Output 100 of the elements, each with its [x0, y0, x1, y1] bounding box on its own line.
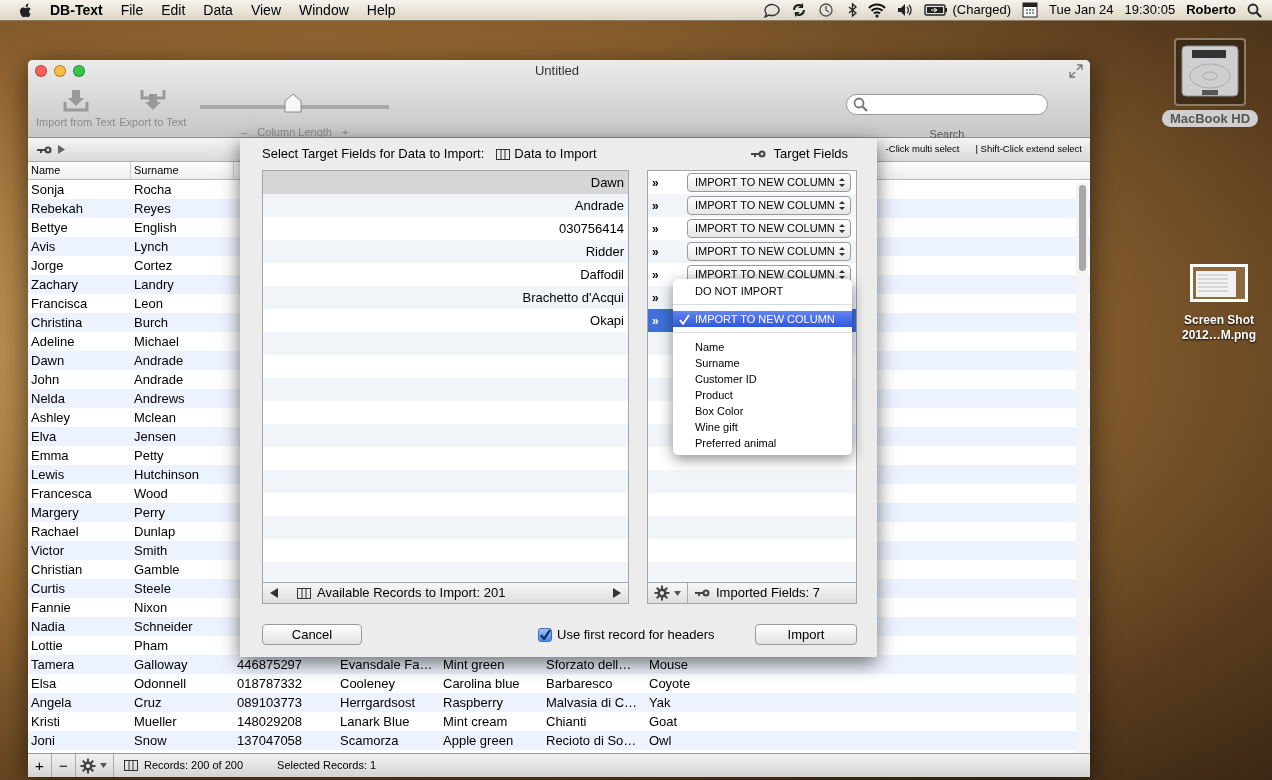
- table-cell-text: Lynch: [133, 237, 170, 256]
- popup-button[interactable]: IMPORT TO NEW COLUMN: [687, 219, 851, 238]
- check-icon: [678, 313, 690, 325]
- sync-icon[interactable]: [791, 2, 808, 18]
- hard-drive-icon[interactable]: [1180, 44, 1240, 100]
- user-menu[interactable]: Roberto: [1186, 0, 1236, 20]
- table-cell-text: Rocha: [133, 180, 173, 199]
- cancel-button[interactable]: Cancel: [262, 624, 362, 645]
- table-cell-text: Wood: [133, 484, 169, 503]
- clock-icon[interactable]: [818, 2, 835, 18]
- table-cell-text: Cortez: [133, 256, 174, 275]
- fullscreen-icon[interactable]: [1069, 64, 1083, 78]
- row-marker: »: [652, 174, 660, 192]
- menu-item[interactable]: Help: [366, 0, 396, 21]
- app-menu[interactable]: DB-Text: [50, 0, 103, 21]
- table-cell-text: Lanark Blue: [339, 712, 411, 731]
- table-cell-text: Sforzato dell…: [545, 655, 633, 674]
- menu-clock[interactable]: 19:30:05: [1124, 0, 1176, 20]
- table-cell-text: Odonnell: [133, 674, 188, 693]
- menu-option[interactable]: Wine gift: [673, 419, 852, 435]
- table-cell-text: Nadia: [30, 617, 66, 636]
- popup-button[interactable]: IMPORT TO NEW COLUMN: [687, 196, 851, 215]
- menu-option[interactable]: DO NOT IMPORT: [673, 283, 852, 299]
- menu-option[interactable]: Preferred animal: [673, 435, 852, 451]
- target-field-row[interactable]: » IMPORT TO NEW COLUMN: [648, 171, 856, 194]
- target-field-row[interactable]: » IMPORT TO NEW COLUMN: [648, 217, 856, 240]
- popup-button[interactable]: IMPORT TO NEW COLUMN: [687, 173, 851, 192]
- list-row[interactable]: Ridder: [263, 240, 628, 263]
- table-cell-text: Herrgardsost: [339, 693, 417, 712]
- column-header[interactable]: Name: [28, 162, 131, 179]
- menu-item[interactable]: View: [250, 0, 281, 21]
- slider-label: Column Length: [257, 125, 332, 140]
- updown-caret-icon: [838, 246, 846, 257]
- menu-option[interactable]: Name: [673, 339, 852, 355]
- close-button[interactable]: [35, 65, 47, 77]
- row-marker: »: [652, 197, 660, 215]
- menu-item[interactable]: Data: [203, 0, 233, 21]
- menu-item[interactable]: File: [120, 0, 144, 21]
- desktop-icon-label[interactable]: MacBook HD: [1161, 110, 1259, 127]
- first-record-checkbox[interactable]: Use first record for headers: [538, 624, 715, 645]
- table-cell-text: Elsa: [30, 674, 58, 693]
- speech-bubble-icon[interactable]: [763, 2, 781, 18]
- table-cell-text: Cruz: [133, 693, 163, 712]
- table-cell-text: Michael: [133, 332, 180, 351]
- table-cell-text: Christina: [30, 313, 84, 332]
- table-cell-text: Curtis: [30, 579, 66, 598]
- decrease-label: –: [241, 125, 248, 140]
- apple-logo-icon[interactable]: [18, 2, 32, 18]
- search-icon[interactable]: [1247, 2, 1262, 18]
- wifi-icon[interactable]: [868, 2, 887, 18]
- table-cell-text: Nixon: [133, 598, 169, 617]
- key-icon[interactable]: [36, 144, 52, 155]
- remove-button[interactable]: −: [52, 754, 76, 777]
- battery-status[interactable]: (Charged): [952, 0, 1011, 20]
- table-cell-text: Coyote: [648, 674, 692, 693]
- menu-date[interactable]: Tue Jan 24: [1049, 0, 1114, 20]
- zoom-button[interactable]: [73, 65, 85, 77]
- list-row[interactable]: Okapi: [263, 309, 628, 332]
- table-cell-text: Gamble: [133, 560, 181, 579]
- desktop-icon-label[interactable]: Screen Shot 2012…M.png: [1174, 312, 1264, 344]
- import-button[interactable]: Import: [755, 624, 857, 645]
- screenshot-thumbnail[interactable]: [1190, 264, 1248, 302]
- key-icon: [694, 588, 710, 598]
- menu-option[interactable]: Product: [673, 387, 852, 403]
- popup-button[interactable]: IMPORT TO NEW COLUMN: [687, 242, 851, 261]
- right-arrow-icon: [612, 587, 622, 599]
- menu-item[interactable]: Window: [299, 0, 349, 21]
- gear-icon: [654, 585, 670, 601]
- volume-icon[interactable]: [897, 2, 914, 18]
- minimize-button[interactable]: [54, 65, 66, 77]
- slider-thumb[interactable]: [283, 92, 302, 112]
- menu-item[interactable]: Edit: [161, 0, 186, 21]
- menu-option[interactable]: IMPORT TO NEW COLUMN: [673, 311, 852, 327]
- table-cell-text: Andrade: [133, 370, 185, 389]
- list-row[interactable]: Andrade: [263, 194, 628, 217]
- updown-caret-icon: [838, 177, 846, 188]
- calendar-icon[interactable]: [1022, 2, 1038, 18]
- target-field-row[interactable]: » IMPORT TO NEW COLUMN: [648, 194, 856, 217]
- vertical-scrollbar[interactable]: [1076, 183, 1088, 753]
- add-button[interactable]: +: [28, 754, 52, 777]
- battery-icon[interactable]: [924, 2, 949, 18]
- list-row[interactable]: Dawn: [263, 171, 628, 194]
- window-title: Untitled: [533, 62, 581, 81]
- play-icon[interactable]: [57, 144, 66, 155]
- list-row[interactable]: 030756414: [263, 217, 628, 240]
- menu-option[interactable]: Surname: [673, 355, 852, 371]
- search-field[interactable]: [846, 94, 1048, 115]
- menu-option[interactable]: Box Color: [673, 403, 852, 419]
- table-cell-text: English: [133, 218, 178, 237]
- table-cell-text: Raspberry: [442, 693, 504, 712]
- target-field-row[interactable]: » IMPORT TO NEW COLUMN: [648, 240, 856, 263]
- table-cell-text: Burch: [133, 313, 169, 332]
- list-row[interactable]: Brachetto d'Acqui: [263, 286, 628, 309]
- table-cell-text: Hutchinson: [133, 465, 201, 484]
- list-row[interactable]: Daffodil: [263, 263, 628, 286]
- menu-option[interactable]: Customer ID: [673, 371, 852, 387]
- table-cell-text: Leon: [133, 294, 164, 313]
- table-cell-text: Apple green: [442, 731, 515, 750]
- table-cell-text: Joni: [30, 731, 56, 750]
- column-header[interactable]: Surname: [131, 162, 234, 179]
